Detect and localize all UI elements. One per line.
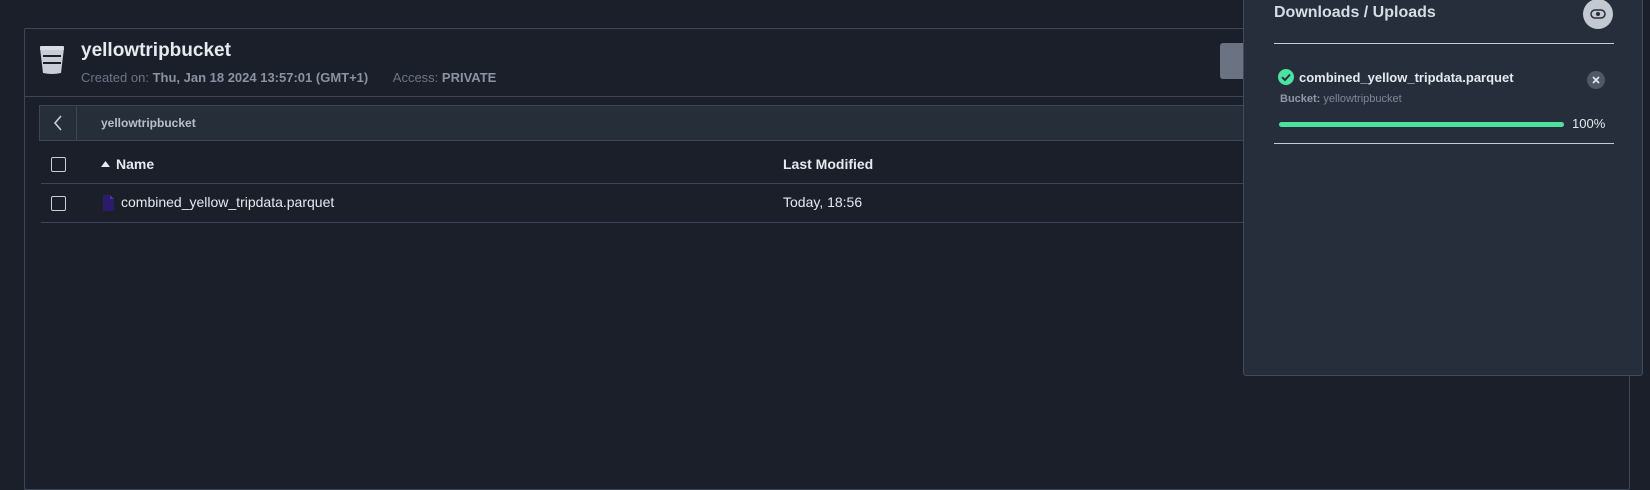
row-checkbox[interactable] — [51, 196, 66, 211]
column-last-modified-header[interactable]: Last Modified — [783, 156, 873, 172]
back-button[interactable] — [40, 106, 77, 140]
created-label: Created on: — [81, 70, 149, 85]
bucket-icon — [40, 46, 64, 74]
downloads-divider-top — [1274, 43, 1614, 44]
created-value: Thu, Jan 18 2024 13:57:01 (GMT+1) — [152, 70, 369, 85]
breadcrumb-current[interactable]: yellowtripbucket — [101, 116, 196, 130]
bucket-title: yellowtripbucket — [81, 40, 231, 61]
hide-panel-button[interactable] — [1583, 0, 1613, 29]
access-value: PRIVATE — [441, 70, 497, 85]
close-icon — [1592, 76, 1600, 84]
file-icon — [103, 195, 114, 211]
download-bucket-value: yellowtripbucket — [1323, 93, 1402, 105]
access-label: Access: — [392, 70, 439, 85]
download-item-name: combined_yellow_tripdata.parquet — [1278, 69, 1514, 85]
caret-up-icon — [101, 161, 110, 167]
downloads-title: Downloads / Uploads — [1274, 4, 1436, 21]
file-last-modified: Today, 18:56 — [783, 194, 863, 210]
downloads-panel: Downloads / Uploads combined_yellow_trip… — [1243, 0, 1643, 376]
download-bucket: Bucket: yellowtripbucket — [1280, 93, 1402, 105]
column-name-label: Name — [116, 156, 155, 172]
download-progress-text: 100% — [1572, 116, 1606, 131]
remove-download-button[interactable] — [1587, 71, 1605, 89]
eye-off-icon — [1590, 9, 1606, 19]
downloads-divider-bottom — [1274, 143, 1614, 144]
select-all-checkbox[interactable] — [51, 157, 66, 172]
column-name-header[interactable]: Name — [101, 156, 154, 172]
download-bucket-label: Bucket: — [1280, 93, 1321, 105]
bucket-meta: Created on: Thu, Jan 18 2024 13:57:01 (G… — [81, 70, 496, 85]
check-circle-icon — [1278, 69, 1294, 85]
chevron-left-icon — [53, 115, 62, 131]
download-file-name: combined_yellow_tripdata.parquet — [1299, 69, 1514, 85]
download-progress-fill — [1279, 122, 1564, 127]
file-name[interactable]: combined_yellow_tripdata.parquet — [121, 194, 334, 210]
download-progress-bar — [1279, 122, 1564, 127]
